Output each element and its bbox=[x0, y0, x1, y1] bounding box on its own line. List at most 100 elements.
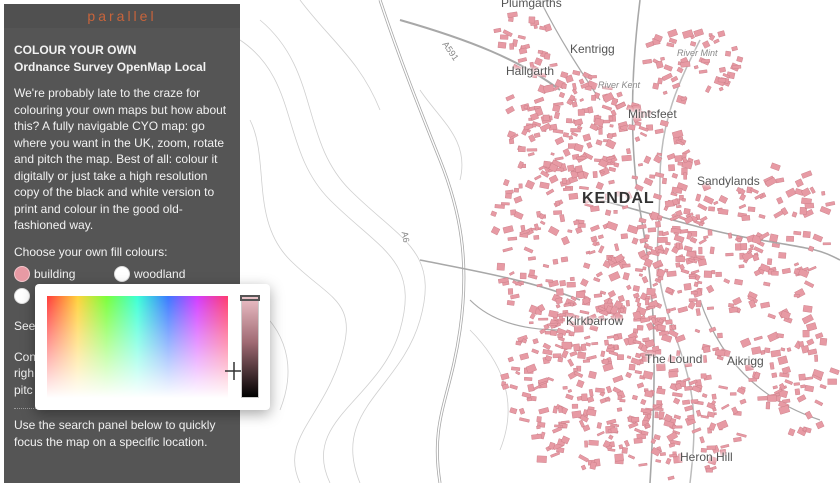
building bbox=[539, 181, 550, 190]
building bbox=[548, 309, 559, 319]
brand-logo[interactable]: parallel bbox=[4, 4, 240, 28]
place-label-plumgarths: Plumgarths bbox=[501, 0, 562, 10]
building bbox=[620, 233, 628, 240]
building bbox=[586, 141, 593, 149]
building bbox=[666, 270, 677, 277]
building bbox=[561, 341, 572, 350]
contour-lines bbox=[239, 0, 509, 483]
building bbox=[571, 403, 579, 409]
building bbox=[595, 181, 604, 191]
building bbox=[616, 91, 623, 98]
swatch-building[interactable]: building bbox=[14, 266, 114, 282]
brightness-slider-handle[interactable] bbox=[240, 295, 260, 301]
building bbox=[668, 370, 678, 378]
building bbox=[709, 246, 715, 255]
road-network bbox=[378, 0, 840, 483]
building bbox=[645, 41, 655, 49]
building bbox=[693, 65, 699, 70]
building bbox=[642, 58, 653, 65]
building bbox=[708, 206, 715, 212]
building bbox=[508, 138, 515, 145]
building bbox=[509, 384, 518, 390]
building bbox=[554, 424, 563, 428]
building bbox=[819, 205, 832, 215]
building bbox=[781, 366, 791, 375]
building bbox=[595, 271, 603, 278]
building bbox=[626, 148, 631, 155]
building bbox=[607, 132, 614, 139]
building bbox=[661, 177, 667, 185]
swatch-woodland[interactable]: woodland bbox=[114, 266, 214, 282]
building bbox=[680, 61, 691, 68]
swatch-dot-building[interactable] bbox=[14, 266, 30, 282]
building bbox=[542, 342, 552, 351]
building bbox=[614, 243, 620, 252]
building bbox=[657, 77, 663, 85]
building bbox=[665, 457, 672, 465]
swatch-label-woodland: woodland bbox=[134, 266, 186, 281]
building bbox=[561, 177, 568, 184]
building bbox=[557, 356, 564, 363]
building bbox=[549, 330, 558, 337]
building bbox=[588, 388, 594, 397]
building bbox=[683, 207, 691, 215]
place-label-kirkbarrow: Kirkbarrow bbox=[566, 314, 624, 328]
swatch-dot-woodland[interactable] bbox=[114, 266, 130, 282]
building bbox=[693, 28, 704, 38]
building bbox=[786, 347, 792, 353]
building bbox=[542, 114, 550, 121]
building bbox=[747, 206, 756, 213]
building bbox=[776, 333, 784, 339]
building bbox=[559, 214, 566, 223]
building bbox=[534, 174, 542, 181]
building bbox=[656, 400, 663, 405]
building bbox=[814, 399, 824, 407]
building bbox=[769, 233, 779, 243]
building bbox=[681, 197, 686, 202]
swatch-dot-3[interactable] bbox=[14, 288, 30, 304]
building bbox=[587, 106, 594, 114]
fill-prompt: Choose your own fill colours: bbox=[14, 244, 168, 259]
building bbox=[698, 238, 707, 245]
building bbox=[560, 256, 569, 263]
building bbox=[715, 271, 722, 277]
building bbox=[754, 193, 764, 200]
building bbox=[595, 139, 603, 146]
building bbox=[537, 49, 543, 55]
building bbox=[527, 256, 536, 261]
building bbox=[680, 268, 690, 275]
building bbox=[559, 280, 566, 287]
building bbox=[720, 443, 730, 449]
building bbox=[708, 326, 717, 333]
color-field[interactable] bbox=[47, 296, 243, 398]
building bbox=[573, 143, 584, 153]
building bbox=[574, 165, 583, 173]
building bbox=[598, 245, 605, 254]
building bbox=[711, 393, 717, 400]
building bbox=[675, 209, 683, 217]
building bbox=[808, 245, 815, 252]
building bbox=[613, 209, 618, 214]
building bbox=[543, 160, 551, 168]
color-picker-popup[interactable] bbox=[35, 284, 270, 410]
building bbox=[661, 72, 673, 82]
building bbox=[566, 329, 571, 334]
building bbox=[663, 64, 673, 72]
building bbox=[758, 213, 766, 219]
building bbox=[706, 306, 714, 310]
building bbox=[533, 132, 541, 139]
building bbox=[772, 385, 778, 390]
building bbox=[672, 392, 683, 398]
building bbox=[585, 342, 591, 347]
building bbox=[505, 105, 515, 115]
building bbox=[527, 383, 535, 392]
building bbox=[716, 419, 729, 431]
building bbox=[578, 78, 585, 85]
building bbox=[519, 417, 530, 423]
building bbox=[741, 215, 751, 221]
building bbox=[767, 313, 776, 320]
brightness-slider[interactable] bbox=[240, 295, 260, 398]
building bbox=[655, 60, 664, 69]
building bbox=[580, 464, 587, 471]
building bbox=[781, 267, 791, 275]
